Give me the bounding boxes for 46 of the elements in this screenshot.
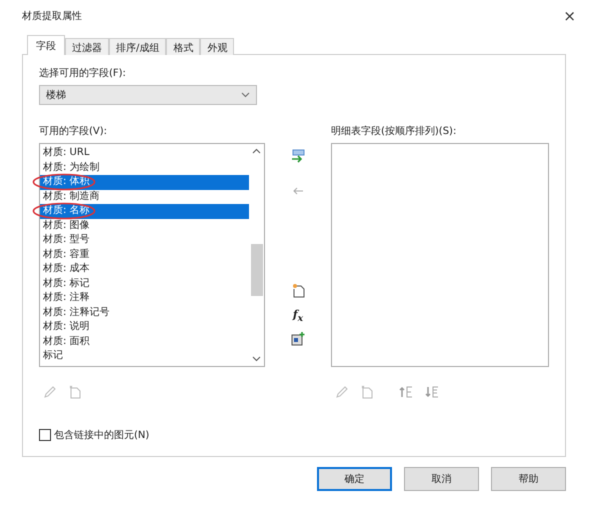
list-item[interactable]: 材质: 名称 [40,204,249,218]
list-item[interactable]: 标记 [40,349,249,364]
dialog-button[interactable]: 帮助 [491,467,566,491]
field-label: 选择可用的字段(F): [39,67,127,81]
scroll-down-icon[interactable] [252,356,261,362]
list-item[interactable]: 材质: 图像 [40,218,249,233]
document-icon[interactable] [69,385,81,399]
list-item[interactable]: 材质: 容重 [40,248,249,262]
document-icon[interactable] [361,385,373,399]
list-item[interactable]: 材质: 制造商 [40,190,249,204]
checkbox[interactable] [39,429,51,441]
arrow-left-icon[interactable] [292,187,304,195]
field-label: 明细表字段(按顺序排列)(S): [331,125,458,139]
dialog-button[interactable]: 取消 [404,467,479,491]
formula-button[interactable]: f$_{x}$ [292,308,304,324]
list-item[interactable]: 材质: 标记 [40,276,249,291]
dialog-button[interactable]: 确定 [317,467,392,491]
scroll-up-icon[interactable] [252,148,261,154]
window-title: 材质提取属性 [22,10,82,23]
tab[interactable]: 排序/成组 [109,38,166,55]
scroll-thumb[interactable] [250,244,262,296]
list-item[interactable]: 材质: 成本 [40,262,249,276]
pencil-icon[interactable] [335,385,349,399]
list-item[interactable]: 材质: 面积 [40,334,249,349]
list-item[interactable]: 材质: URL [40,146,249,160]
list-item[interactable]: 材质: 注释记号 [40,306,249,320]
move-up-icon[interactable] [399,386,413,398]
add-field-icon[interactable] [291,149,305,163]
list-item[interactable]: 材质: 型号 [40,233,249,248]
tab[interactable]: 过滤器 [65,38,109,55]
new-parameter-icon[interactable] [292,283,304,298]
list-item[interactable]: 材质: 说明 [40,320,249,334]
checkbox-label: 包含链接中的图元(N) [54,428,150,442]
pencil-icon[interactable] [43,385,57,399]
list-item[interactable]: 材质: 注释 [40,291,249,306]
combine-parameters-icon[interactable] [291,332,305,346]
move-down-icon[interactable] [425,386,439,398]
include-linked-checkbox[interactable]: 包含链接中的图元(N) [39,428,549,442]
chevron-down-icon [241,92,250,98]
tab[interactable]: 外观 [200,38,234,55]
category-dropdown[interactable]: 楼梯 [39,85,257,105]
tab[interactable]: 格式 [166,38,200,55]
tab[interactable]: 字段 [27,35,65,55]
list-item[interactable]: 材质: 为绘制 [40,160,249,175]
close-button[interactable]: × [559,7,576,25]
field-label: 可用的字段(V): [39,125,108,139]
